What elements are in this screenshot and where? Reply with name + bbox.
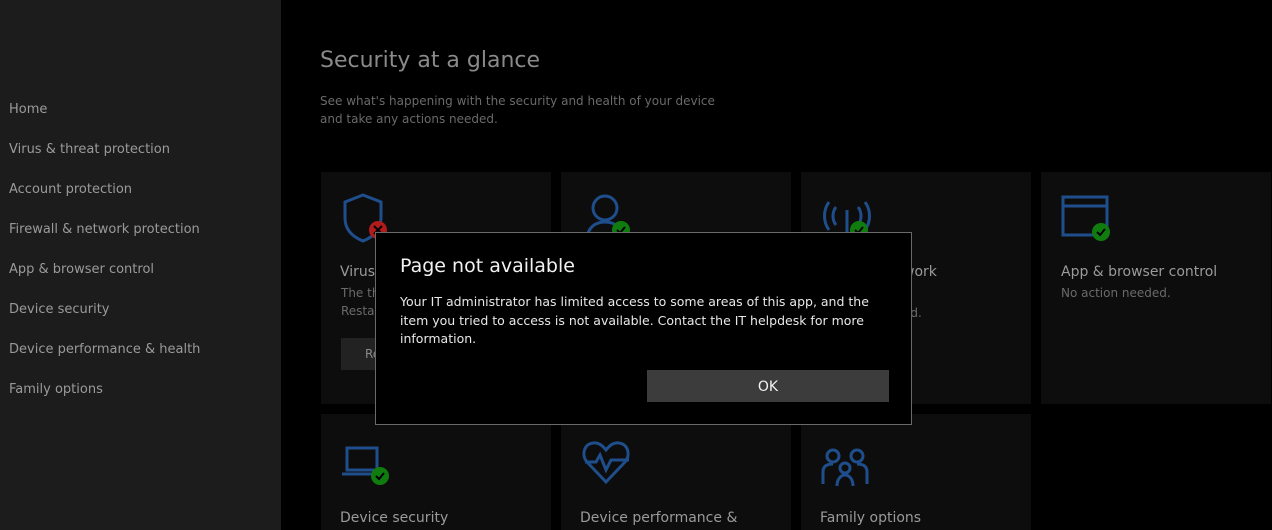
tile-status-text: The th [341,286,380,300]
tile-status-text: Restar [341,304,380,318]
sidebar-item-home[interactable]: Home [9,102,47,117]
sidebar-item-app-browser-control[interactable]: App & browser control [9,262,154,277]
sidebar-item-family-options[interactable]: Family options [9,382,103,397]
laptop-icon [342,446,389,485]
tile-title: Device performance & [580,510,738,526]
dialog-title: Page not available [400,255,575,277]
tile-device-security[interactable]: Device security [321,414,551,530]
family-icon [821,448,869,487]
page-subtitle: See what's happening with the security a… [320,94,715,126]
tile-title: Virus [340,264,376,280]
sidebar-item-virus-threat-protection[interactable]: Virus & threat protection [9,142,170,157]
tile-app-browser-control[interactable]: App & browser control No action needed. [1041,172,1271,404]
tile-family-options[interactable]: Family options [801,414,1031,530]
tile-title: App & browser control [1061,264,1218,280]
tile-status-text: No action needed. [1061,286,1171,300]
sidebar-item-firewall-network-protection[interactable]: Firewall & network protection [9,222,200,237]
sidebar: Home Virus & threat protection Account p… [0,0,281,530]
tile-title: Family options [820,510,922,526]
dialog-message: Your IT administrator has limited access… [400,294,869,346]
sidebar-item-device-security[interactable]: Device security [9,302,110,317]
heart-pulse-icon [582,441,630,485]
windows-security-window: Home Virus & threat protection Account p… [0,0,1272,530]
tile-device-performance-health[interactable]: Device performance & [561,414,791,530]
page-not-available-dialog: Page not available Your IT administrator… [375,232,912,425]
sidebar-item-account-protection[interactable]: Account protection [9,182,132,197]
sidebar-item-device-performance-health[interactable]: Device performance & health [9,342,200,357]
tile-title: Device security [340,510,449,526]
ok-button[interactable]: OK [647,370,889,402]
browser-window-icon [1061,195,1110,241]
page-title: Security at a glance [320,48,541,73]
